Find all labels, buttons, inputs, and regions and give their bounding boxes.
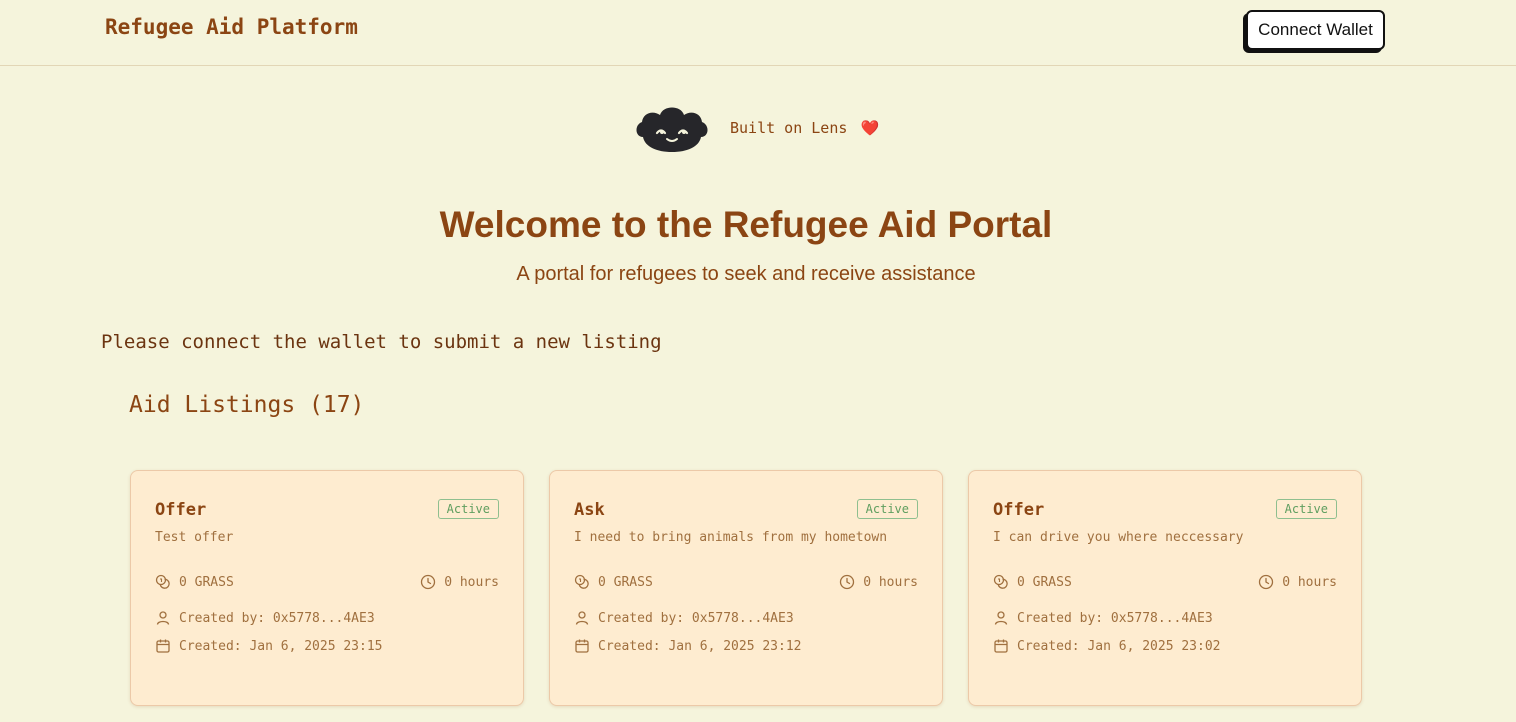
- clock-icon: [840, 574, 855, 590]
- status-badge: Active: [856, 499, 918, 519]
- page-subtitle: A portal for refugees to seek and receiv…: [516, 263, 976, 285]
- listing-description: Test offer: [155, 530, 234, 545]
- listing-type: Offer: [993, 500, 1045, 520]
- coins-icon: [574, 574, 589, 589]
- listing-description: I can drive you where neccessary: [993, 530, 1244, 545]
- listing-card[interactable]: Offer Active I can drive you where necce…: [968, 470, 1362, 706]
- listing-amount: 0 GRASS: [993, 574, 1072, 590]
- duration-value: 0 hours: [1282, 574, 1337, 590]
- amount-value: 0 GRASS: [1017, 574, 1072, 590]
- creator-value: Created by: 0x5778...4AE3: [1017, 610, 1213, 626]
- built-on-lens-text: Built on Lens ❤️: [730, 119, 879, 137]
- listing-card[interactable]: Offer Active Test offer 0 GRASS 0 hours …: [130, 470, 524, 706]
- listing-duration: 0 hours: [420, 574, 499, 590]
- user-icon: [156, 611, 170, 625]
- duration-value: 0 hours: [444, 574, 499, 590]
- clock-icon: [421, 574, 436, 590]
- listing-created: Created: Jan 6, 2025 23:02: [993, 638, 1221, 654]
- user-icon: [994, 611, 1008, 625]
- listing-type: Ask: [574, 500, 605, 520]
- lens-logo: [636, 107, 708, 152]
- duration-value: 0 hours: [863, 574, 918, 590]
- listing-created: Created: Jan 6, 2025 23:15: [155, 638, 383, 654]
- creator-value: Created by: 0x5778...4AE3: [598, 610, 794, 626]
- listing-duration: 0 hours: [839, 574, 918, 590]
- user-icon: [575, 611, 589, 625]
- coins-icon: [993, 574, 1008, 589]
- connect-wallet-button[interactable]: Connect Wallet: [1246, 10, 1385, 50]
- listings-heading: Aid Listings (17): [129, 392, 365, 418]
- listing-cards: Offer Active Test offer 0 GRASS 0 hours …: [130, 470, 1362, 706]
- created-value: Created: Jan 6, 2025 23:12: [598, 638, 802, 654]
- listing-creator: Created by: 0x5778...4AE3: [155, 610, 375, 626]
- listing-type: Offer: [155, 500, 207, 520]
- created-value: Created: Jan 6, 2025 23:15: [179, 638, 383, 654]
- status-badge: Active: [437, 499, 499, 519]
- listing-description: I need to bring animals from my hometown: [574, 530, 888, 545]
- listing-creator: Created by: 0x5778...4AE3: [574, 610, 794, 626]
- heart-icon: ❤️: [860, 119, 880, 137]
- amount-value: 0 GRASS: [598, 574, 653, 590]
- amount-value: 0 GRASS: [179, 574, 234, 590]
- listing-card[interactable]: Ask Active I need to bring animals from …: [549, 470, 943, 706]
- status-badge: Active: [1275, 499, 1337, 519]
- built-on-lens: Built on Lens ❤️: [633, 103, 879, 153]
- creator-value: Created by: 0x5778...4AE3: [179, 610, 375, 626]
- calendar-icon: [994, 639, 1008, 653]
- connect-wallet-message: Please connect the wallet to submit a ne…: [101, 331, 662, 353]
- listing-duration: 0 hours: [1258, 574, 1337, 590]
- listing-created: Created: Jan 6, 2025 23:12: [574, 638, 802, 654]
- built-on-lens-label: Built on Lens: [730, 119, 848, 137]
- created-value: Created: Jan 6, 2025 23:02: [1017, 638, 1221, 654]
- listing-amount: 0 GRASS: [155, 574, 234, 590]
- coins-icon: [155, 574, 170, 589]
- calendar-icon: [575, 639, 589, 653]
- calendar-icon: [156, 639, 170, 653]
- brand-title[interactable]: Refugee Aid Platform: [105, 15, 358, 39]
- top-navbar: Refugee Aid Platform Connect Wallet: [0, 0, 1516, 66]
- listing-amount: 0 GRASS: [574, 574, 653, 590]
- listing-creator: Created by: 0x5778...4AE3: [993, 610, 1213, 626]
- page-title: Welcome to the Refugee Aid Portal: [439, 204, 1053, 245]
- clock-icon: [1259, 574, 1274, 590]
